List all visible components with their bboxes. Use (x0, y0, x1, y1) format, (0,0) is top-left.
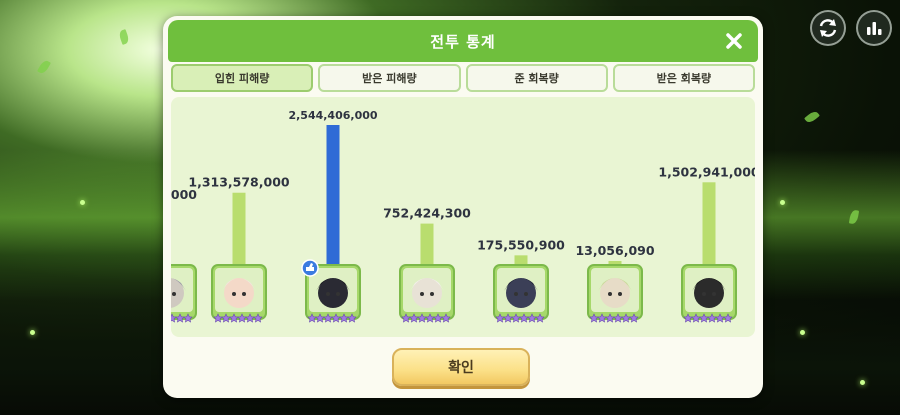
battle-stats-dialog: 전투 통계 입힌 피해량 받은 피해량 준 회복량 받은 회복량 000 1,31… (163, 16, 763, 398)
portrait-eye (608, 292, 612, 296)
tab-damage-taken[interactable]: 받은 피해량 (318, 64, 461, 92)
close-button[interactable] (720, 27, 748, 55)
leaf-particle (117, 29, 131, 45)
spark-particle (80, 200, 85, 205)
data-bar (514, 255, 528, 265)
data-bar (232, 192, 246, 265)
portrait-eye (172, 292, 176, 296)
portrait-eye (430, 292, 434, 296)
data-bar (326, 125, 340, 265)
stats-tabs: 입힌 피해량 받은 피해량 준 회복량 받은 회복량 (171, 64, 755, 92)
data-label: 175,550,900 (477, 237, 565, 252)
stats-button[interactable] (856, 10, 892, 46)
auto-toggle-button[interactable] (810, 10, 846, 46)
bar-chart-icon (867, 22, 882, 35)
portrait-eye (326, 292, 330, 296)
tab-damage-dealt[interactable]: 입힌 피해량 (171, 64, 314, 92)
portrait-eye (618, 292, 622, 296)
portrait-eye (702, 292, 706, 296)
tab-healing-done[interactable]: 준 회복량 (465, 64, 608, 92)
damage-bar-chart: 0001,313,578,0002,544,406,000752,424,300… (171, 109, 755, 323)
portrait-eye (242, 292, 246, 296)
spark-particle (30, 330, 35, 335)
refresh-icon (819, 19, 837, 37)
data-label: 1,313,578,000 (188, 175, 290, 190)
spark-particle (800, 330, 805, 335)
portrait-eye (420, 292, 424, 296)
data-bar (420, 223, 434, 265)
spark-particle (860, 380, 865, 385)
portrait-eye (514, 292, 518, 296)
portrait-eye (232, 292, 236, 296)
spark-particle (780, 200, 785, 205)
damage-chart-panel: 000 1,313,578,000 2,544,406,000 752,424,300… (171, 97, 755, 337)
leaf-particle (37, 58, 51, 76)
dialog-title: 전투 통계 (430, 32, 496, 51)
dialog-header: 전투 통계 (168, 20, 758, 62)
confirm-button[interactable]: 확인 (392, 348, 530, 386)
portrait-eye (524, 292, 528, 296)
data-label: 1,502,941,000 (658, 164, 755, 179)
tab-healing-received[interactable]: 받은 회복량 (612, 64, 755, 92)
portrait-eye (712, 292, 716, 296)
leaf-particle (804, 109, 820, 125)
data-label: 752,424,300 (383, 206, 471, 221)
data-label: 13,056,090 (575, 243, 654, 258)
data-label: 2,544,406,000 (288, 109, 377, 122)
data-bar (702, 182, 716, 265)
close-icon (726, 33, 742, 49)
portrait-eye (336, 292, 340, 296)
